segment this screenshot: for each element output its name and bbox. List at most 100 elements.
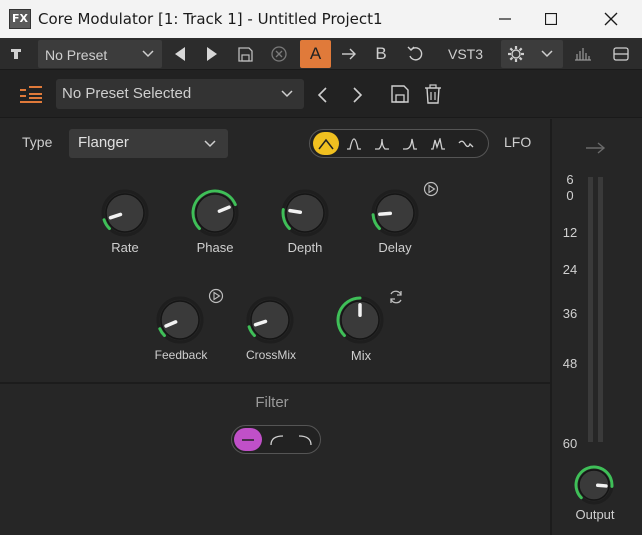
app-icon: FX <box>9 9 31 29</box>
type-label: Type <box>22 134 53 150</box>
bar-graph-icon <box>575 48 591 61</box>
knob-graphic <box>574 465 614 505</box>
remove-preset-button[interactable] <box>266 38 292 70</box>
filter-shape-low-shelf[interactable] <box>263 428 291 451</box>
chevron-right-icon <box>353 87 363 103</box>
knob-graphic <box>156 296 204 344</box>
close-button[interactable] <box>588 0 634 38</box>
section-divider <box>0 382 550 384</box>
undo-icon <box>407 46 423 61</box>
close-icon <box>604 12 618 26</box>
high-shelf-curve-icon <box>298 434 312 445</box>
lfo-shape-triangle[interactable] <box>313 132 339 155</box>
undo-button[interactable] <box>402 38 428 70</box>
lfo-label: LFO <box>504 134 532 150</box>
phase-knob[interactable] <box>191 189 239 237</box>
bell-wave-icon <box>347 137 361 150</box>
ramp-wave-icon <box>403 138 417 150</box>
rate-label: Rate <box>111 240 139 255</box>
chevron-down-icon <box>142 50 154 58</box>
depth-knob[interactable] <box>281 189 329 237</box>
maximize-button[interactable] <box>528 0 574 38</box>
meter-tick-label: 60 <box>562 436 578 451</box>
plugin-preset-dropdown[interactable]: No Preset Selected <box>56 79 304 109</box>
brand-logo-icon <box>20 86 42 103</box>
b-slot-button[interactable]: B <box>366 38 396 70</box>
knob-graphic <box>371 189 419 237</box>
chevron-down-icon <box>204 140 216 148</box>
lfo-shape-peak[interactable] <box>369 132 395 155</box>
lfo-shape-random[interactable] <box>453 132 479 155</box>
meter-tick-label: 6 <box>566 172 574 187</box>
feedback-label: Feedback <box>154 348 208 362</box>
knob-pointer <box>378 211 393 216</box>
lfo-shape-double-peak[interactable] <box>425 132 451 155</box>
double-peak-wave-icon <box>431 137 445 150</box>
knob-graphic <box>336 296 384 344</box>
fx-preset-value: No Preset <box>45 47 108 63</box>
minus-icon <box>242 438 254 441</box>
next-preset-button[interactable] <box>200 38 224 70</box>
delay-knob[interactable] <box>371 189 419 237</box>
copy-a-to-b-button[interactable] <box>336 38 362 70</box>
circle-x-icon <box>271 46 287 62</box>
meter-tick-label: 48 <box>562 356 578 371</box>
meter-bar-right <box>598 177 603 442</box>
meter-tick-label: 24 <box>562 262 578 277</box>
random-wave-icon <box>458 140 474 147</box>
fx-preset-dropdown[interactable]: No Preset <box>38 40 162 68</box>
maximize-icon <box>545 13 557 25</box>
settings-dropdown[interactable] <box>501 40 563 68</box>
filter-shape-off[interactable] <box>234 428 262 451</box>
output-label: Output <box>575 507 615 522</box>
delete-plugin-preset-button[interactable] <box>424 84 444 106</box>
filter-label: Filter <box>255 394 289 411</box>
mix-label: Mix <box>350 348 372 363</box>
save-icon <box>237 46 253 62</box>
pin-button[interactable] <box>4 38 28 70</box>
knob-graphic <box>246 296 294 344</box>
feedback-knob[interactable] <box>156 296 204 344</box>
save-preset-button[interactable] <box>232 38 258 70</box>
type-dropdown[interactable]: Flanger <box>69 129 228 158</box>
window-title-bar[interactable]: FX Core Modulator [1: Track 1] - Untitle… <box>0 0 642 38</box>
meter-tick-label: 0 <box>566 188 574 203</box>
output-meter-panel: 6 0 12 24 36 48 60 Output <box>552 119 642 535</box>
crossmix-knob[interactable] <box>246 296 294 344</box>
save-plugin-preset-button[interactable] <box>391 85 411 105</box>
performance-meter-button[interactable] <box>570 38 596 70</box>
lfo-shape-bell[interactable] <box>341 132 367 155</box>
output-knob[interactable] <box>574 465 614 505</box>
type-value: Flanger <box>78 134 129 151</box>
mix-knob[interactable] <box>336 296 384 344</box>
fx-toolbar: No Preset A B VST3 <box>0 38 642 70</box>
refresh-icon[interactable] <box>388 289 404 305</box>
a-slot-button[interactable]: A <box>300 40 331 68</box>
delay-sync-icon[interactable] <box>423 181 439 197</box>
filter-shape-high-shelf[interactable] <box>291 428 319 451</box>
lfo-shape-ramp[interactable] <box>397 132 423 155</box>
knob-pointer <box>595 483 608 488</box>
phase-label: Phase <box>196 240 234 255</box>
next-plugin-preset-button[interactable] <box>346 85 368 105</box>
chevron-down-icon <box>281 90 293 98</box>
triangle-wave-icon <box>318 138 334 149</box>
peak-wave-icon <box>375 138 389 150</box>
routing-button[interactable] <box>608 38 634 70</box>
depth-label: Depth <box>287 240 323 255</box>
chevron-down-icon <box>541 50 553 58</box>
arrow-right-icon[interactable] <box>585 141 607 155</box>
minimize-button[interactable] <box>482 0 528 38</box>
gear-icon <box>508 46 524 62</box>
rate-knob[interactable] <box>101 189 149 237</box>
pin-icon <box>11 49 21 59</box>
plugin-menu-button[interactable] <box>20 86 42 109</box>
triangle-right-icon <box>207 47 217 61</box>
previous-preset-button[interactable] <box>168 38 192 70</box>
knob-graphic <box>281 189 329 237</box>
arrow-right-icon <box>342 48 356 60</box>
plugin-header: No Preset Selected <box>0 70 642 118</box>
previous-plugin-preset-button[interactable] <box>312 85 334 105</box>
window-title: Core Modulator [1: Track 1] - Untitled P… <box>38 10 383 28</box>
feedback-sync-icon[interactable] <box>208 288 224 304</box>
